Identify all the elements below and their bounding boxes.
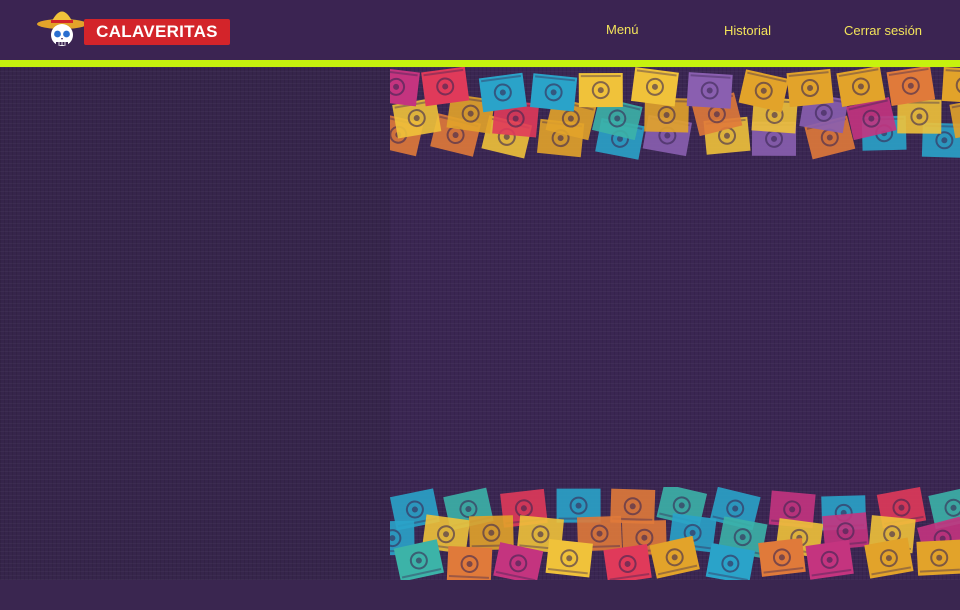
footer-bar [0, 580, 960, 610]
papel-flag [786, 68, 834, 108]
decorative-banner-panel [390, 67, 960, 580]
papel-picado-bottom-decoration [390, 487, 960, 580]
nav-logout-link[interactable]: Cerrar sesión [844, 23, 922, 38]
papel-flag [603, 544, 652, 580]
papel-flag [758, 537, 806, 577]
papel-flag [805, 539, 854, 580]
logo-text: CALAVERITAS [84, 19, 230, 45]
papel-flag [886, 67, 936, 106]
papel-flag [545, 538, 593, 578]
papel-flag [530, 73, 578, 112]
nav-history-link[interactable]: Historial [724, 23, 771, 38]
papel-flag [390, 67, 420, 107]
papel-flag [686, 72, 733, 109]
calaveritas-logo[interactable]: CALAVERITAS [36, 4, 230, 48]
nav-menu-link[interactable]: Menú [606, 22, 639, 37]
top-header: CALAVERITAS Menú Historial Cerrar sesión [0, 0, 960, 60]
left-panel [0, 67, 390, 580]
header-accent-bar [0, 60, 960, 67]
papel-flag [897, 99, 942, 134]
papel-flag [630, 67, 679, 107]
papel-picado-top-decoration [390, 67, 960, 160]
papel-flag [738, 69, 789, 113]
papel-flag [578, 73, 623, 108]
papel-flag [916, 539, 960, 576]
papel-flag [421, 67, 470, 107]
papel-flag [478, 72, 527, 113]
papel-flag [446, 545, 493, 580]
sugar-skull-sombrero-icon [37, 11, 87, 46]
papel-flag [941, 67, 960, 104]
